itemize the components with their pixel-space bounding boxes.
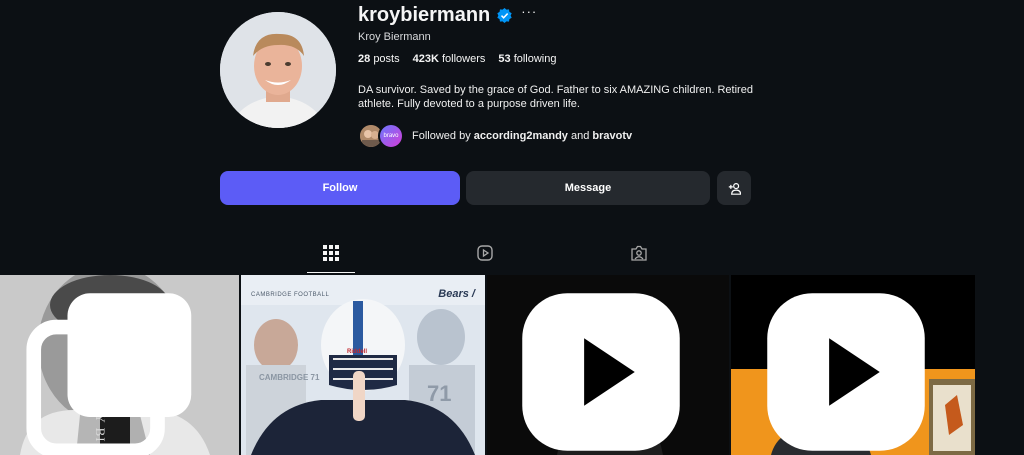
more-options-button[interactable]: ··· [521,5,537,18]
profile-avatar[interactable] [220,12,336,128]
tagged-icon [631,245,647,261]
followed-by-user-1[interactable]: according2mandy [474,130,568,142]
tab-reels[interactable] [475,243,495,263]
jersey-text-2: 71 [427,381,452,406]
suggest-people-button[interactable] [717,171,751,205]
username: kroybiermann [358,3,491,26]
post-tile-3[interactable] [487,275,729,455]
reels-icon [477,245,493,261]
message-button[interactable]: Message [466,171,710,205]
verified-badge-icon [497,7,512,23]
username-row: kroybiermann ··· [358,4,537,26]
mutual-avatar-2: bravo [378,123,404,149]
follow-button[interactable]: Follow [220,171,460,205]
bio-text: DA survivor. Saved by the grace of God. … [358,84,753,110]
full-name: Kroy Biermann [358,31,431,43]
profile-stats: 28 posts 423K followers 53 following [358,53,570,65]
grid-icon [323,245,339,261]
jersey-text-1: CAMBRIDGE 71 [259,373,320,382]
reel-icon [522,293,680,451]
mutual-avatars: bravo [358,123,406,149]
tab-tagged[interactable] [629,243,649,263]
following-stat[interactable]: 53 following [498,53,556,65]
followed-by-conjunction: and [570,130,590,142]
active-tab-indicator [307,272,355,273]
post-header-text: CAMBRIDGE FOOTBALL [251,292,330,298]
carousel-icon [26,293,192,455]
tab-posts[interactable] [321,243,341,263]
followed-by-user-2[interactable]: bravotv [592,130,632,142]
post-image-football [241,275,485,455]
followed-by-prefix: Followed by [412,130,471,142]
followers-stat[interactable]: 423K followers [413,53,486,65]
profile-photo [220,12,336,128]
reel-icon [767,293,925,451]
helmet-logo: Riddell [347,349,368,355]
followed-by[interactable]: bravo Followed by according2mandy and br… [358,123,632,149]
add-person-icon [728,182,741,195]
posts-stat: 28 posts [358,53,400,65]
posts-grid: HOLY BI CAMBRIDGE FOOTBALL Bears / Ridde… [0,275,1024,455]
post-brand-text: Bears / [438,288,475,300]
post-tile-1[interactable]: HOLY BI [0,275,239,455]
post-tile-4[interactable] [731,275,975,455]
post-tile-2[interactable]: CAMBRIDGE FOOTBALL Bears / Riddell CAMBR… [241,275,485,455]
